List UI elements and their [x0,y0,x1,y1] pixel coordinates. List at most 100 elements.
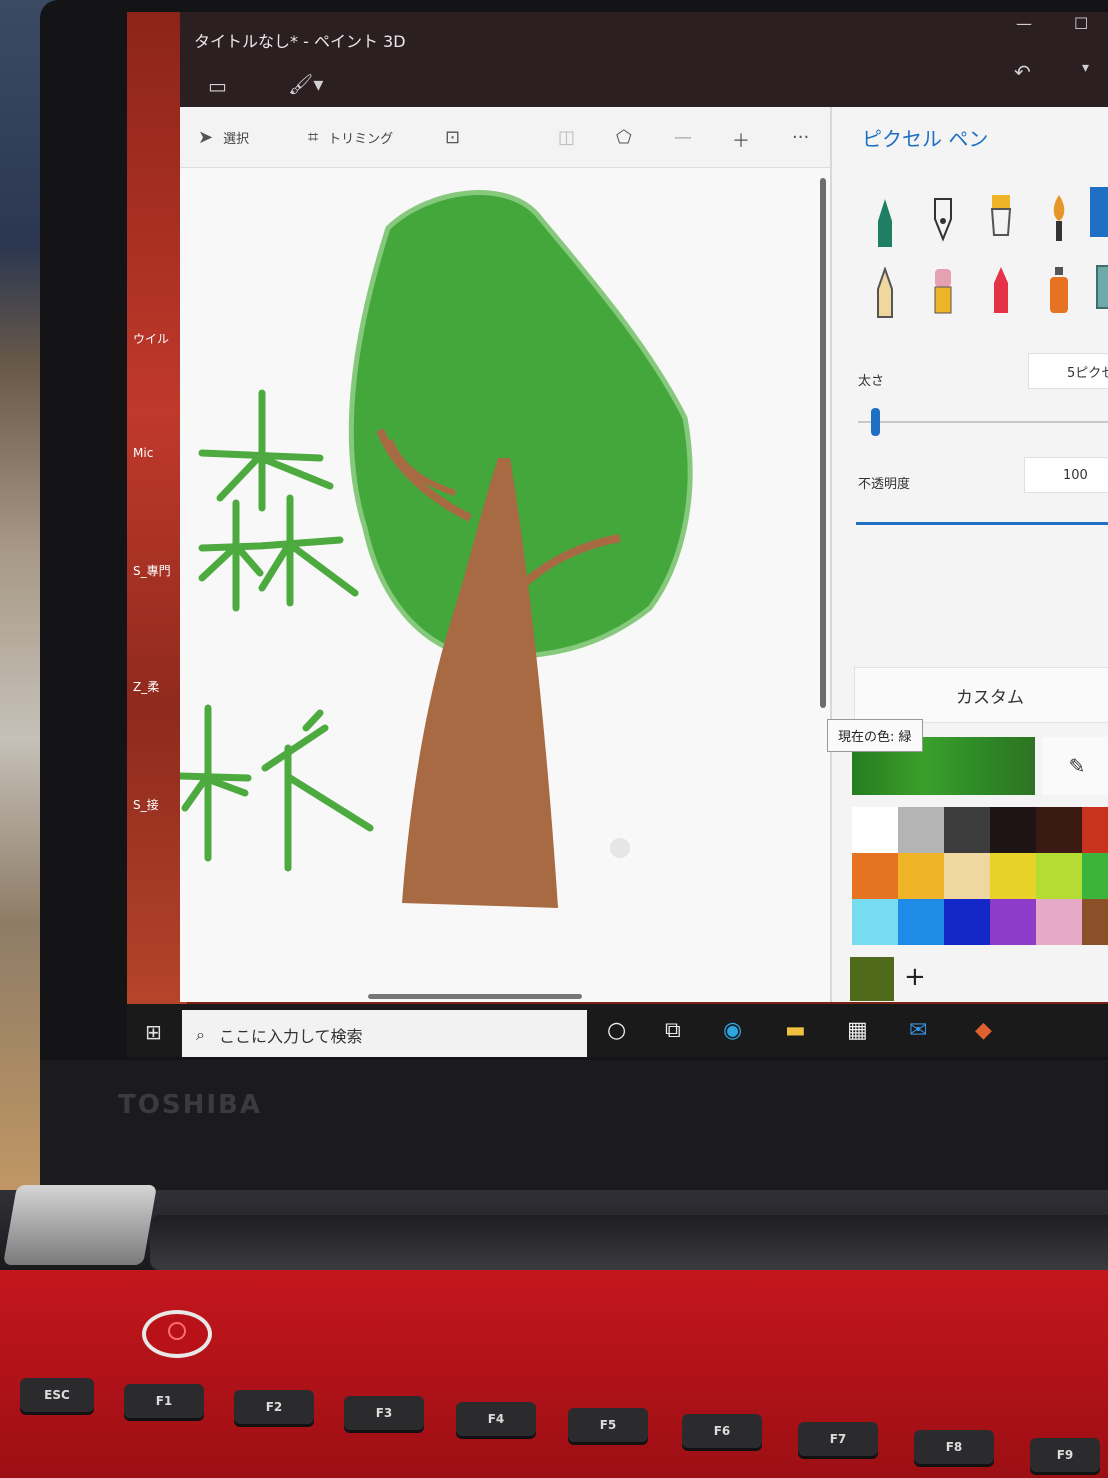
maximize-button[interactable]: ☐ [1074,14,1088,33]
spray-can-icon[interactable] [1044,263,1074,315]
thickness-label: 太さ [858,374,885,389]
canvas-smudge [610,838,630,858]
canvas-area[interactable] [180,168,830,1002]
palette-swatch[interactable] [944,853,990,899]
palette-swatch[interactable] [1036,853,1082,899]
desktop-icon-label[interactable]: S_專門 [133,562,171,579]
key-f2[interactable]: F2 [234,1390,314,1424]
palette-swatch[interactable] [1082,807,1108,853]
search-placeholder: ここに入力して検索 [218,1027,363,1046]
menu-icon[interactable]: ▭ [208,74,227,98]
thickness-input[interactable]: 5ピクセ [1028,353,1108,389]
key-f6[interactable]: F6 [682,1414,762,1448]
zoom-out-button[interactable]: — [674,127,692,148]
flag-icon: ⬠ [616,127,632,148]
custom-color-swatch[interactable] [850,957,894,1001]
key-f7[interactable]: F7 [798,1422,878,1456]
more-menu-icon[interactable]: ▾ [1082,60,1089,76]
window-title: タイトルなし* - ペイント 3D [194,32,406,51]
desktop-icon-label[interactable]: ウイル [133,330,169,347]
laptop-hinge-bar [150,1215,1108,1270]
edge-browser-icon[interactable]: ◉ [723,1018,742,1043]
kanji-hayashi-drawing [180,704,374,872]
palette-swatch[interactable] [990,853,1036,899]
select-button[interactable]: ➤ 選択 [198,127,249,148]
palette-swatch[interactable] [1036,807,1082,853]
cortana-icon[interactable]: ○ [607,1018,626,1043]
paint3d-window: タイトルなし* - ペイント 3D ▭ 🖌▾ — ☐ ↶ ▾ ➤ 選択 ⌗ トリ… [180,12,1108,1002]
file-explorer-icon[interactable]: ▬ [785,1018,806,1043]
oil-brush-icon[interactable] [986,191,1016,243]
palette-swatch[interactable] [944,899,990,945]
taskbar-search-box[interactable]: ⌕ ここに入力して検索 [182,1010,587,1057]
view-3d-icon: ◫ [558,127,576,148]
horizontal-scrollbar[interactable] [368,994,582,999]
opacity-label: 不透明度 [858,477,911,492]
eyedropper-button[interactable]: ✎ [1042,737,1108,795]
key-f4[interactable]: F4 [456,1402,536,1436]
eyedropper-icon: ✎ [1068,754,1086,778]
fill-bucket-icon[interactable] [1096,265,1108,309]
brush-panel: ピクセル ペン 太さ 5ピクセ 不透明度 100 カスタム 現在の色: 緑 ✎ … [827,107,1108,1002]
key-esc[interactable]: ESC [20,1378,94,1412]
select-label: 選択 [223,132,250,147]
eraser-icon[interactable] [928,263,958,315]
mail-icon[interactable]: ✉ [909,1018,927,1043]
pencil-icon[interactable] [870,267,900,319]
palette-swatch[interactable] [1082,853,1108,899]
crop-button[interactable]: ⌗ トリミング [308,127,393,148]
screen: ウイル Mic S_專門 Z_柔 S_接 タイトルなし* - ペイント 3D ▭… [127,12,1108,1057]
palette-swatch[interactable] [944,807,990,853]
toolbar: ➤ 選択 ⌗ トリミング ⊡ ◫ ⬠ — ＋ ··· [180,107,830,168]
paint3d-taskbar-icon[interactable]: ◆ [975,1018,992,1043]
marker-brush-icon[interactable] [870,195,900,247]
crayon-icon[interactable] [986,263,1016,315]
windows-start-icon[interactable]: ⊞ [145,1020,162,1044]
brush-tool-icon[interactable]: 🖌▾ [288,72,323,96]
task-view-icon[interactable]: ⧉ [665,1018,681,1043]
crop-label: トリミング [328,132,394,147]
sticker-button[interactable]: ⬠ [616,127,632,148]
palette-swatch[interactable] [898,853,944,899]
palette-swatch[interactable] [852,853,898,899]
palette-swatch[interactable] [852,899,898,945]
color-mode-dropdown[interactable]: カスタム [854,667,1108,723]
add-color-button[interactable]: + [904,962,926,992]
magic-select-button[interactable]: ⊡ [445,127,460,148]
key-f5[interactable]: F5 [568,1408,648,1442]
color-mode-label: カスタム [956,687,1024,708]
calligraphy-pen-icon[interactable] [928,191,958,243]
palette-swatch[interactable] [898,899,944,945]
palette-swatch[interactable] [990,899,1036,945]
key-f3[interactable]: F3 [344,1396,424,1430]
watercolor-brush-icon[interactable] [1044,191,1074,243]
more-options-button[interactable]: ··· [792,127,809,148]
drawing-canvas[interactable] [180,168,830,1002]
opacity-slider-fill[interactable] [856,522,1108,525]
undo-icon[interactable]: ↶ [1014,60,1031,84]
panel-title: ピクセル ペン [862,127,989,151]
palette-swatch[interactable] [990,807,1036,853]
current-color-tooltip: 現在の色: 緑 [827,719,923,752]
cursor-icon: ➤ [198,127,214,148]
minimize-button[interactable]: — [1016,14,1032,33]
key-f8[interactable]: F8 [914,1430,994,1464]
zoom-in-button[interactable]: ＋ [732,127,750,153]
key-f9[interactable]: F9 [1030,1438,1100,1472]
desktop-icon-label[interactable]: Mic [133,446,153,460]
vertical-scrollbar[interactable] [820,178,826,708]
palette-swatch[interactable] [1036,899,1082,945]
desktop-icon-label[interactable]: S_接 [133,796,159,813]
key-f1[interactable]: F1 [124,1384,204,1418]
palette-swatch[interactable] [898,807,944,853]
pixel-pen-icon[interactable] [1090,187,1108,237]
opacity-input[interactable]: 100 [1024,457,1108,493]
view-3d-button[interactable]: ◫ [558,127,575,148]
palette-swatch[interactable] [852,807,898,853]
magic-select-icon: ⊡ [445,127,461,148]
palette-swatch[interactable] [1082,899,1108,945]
thickness-slider-thumb[interactable] [871,408,880,436]
desktop-icon-label[interactable]: Z_柔 [133,678,159,695]
thickness-slider-track[interactable] [858,421,1108,423]
store-icon[interactable]: ▦ [847,1018,868,1043]
